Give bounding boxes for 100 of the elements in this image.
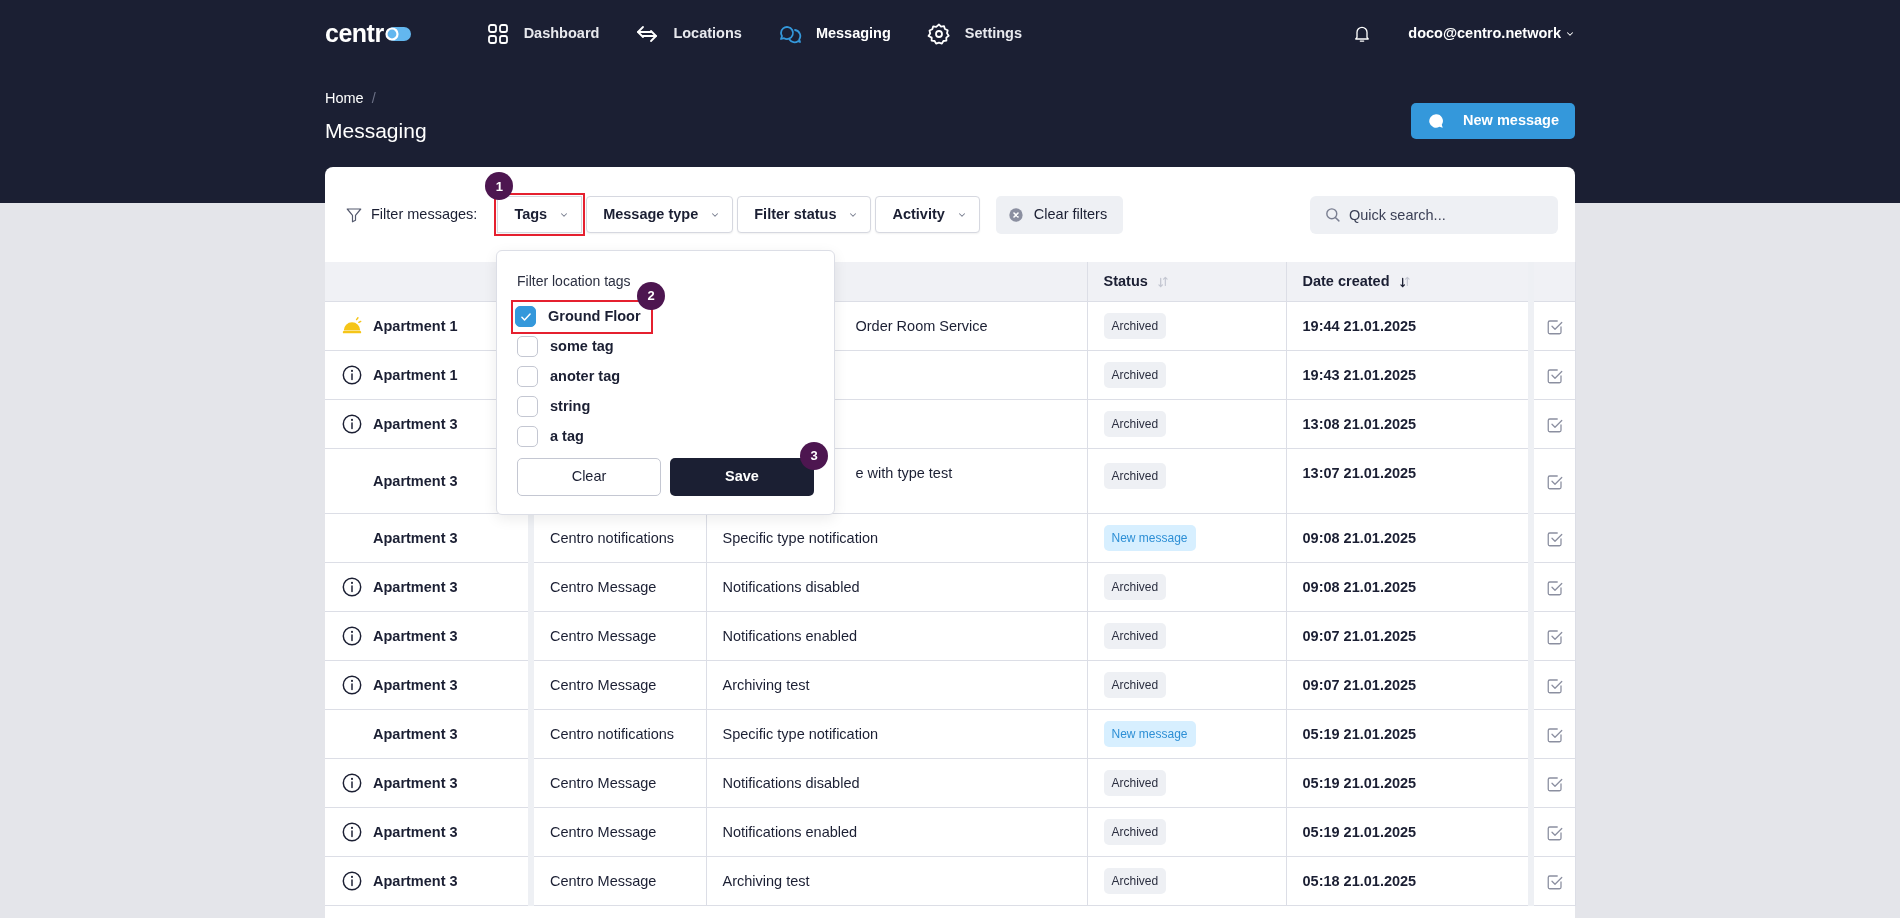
clear-filters-button[interactable]: Clear filters <box>995 195 1124 234</box>
checked-box-icon[interactable] <box>1546 774 1564 793</box>
date-created: 05:19 21.01.2025 <box>1302 774 1417 791</box>
status-badge: New message <box>1103 721 1196 748</box>
date-created: 05:19 21.01.2025 <box>1302 725 1417 742</box>
status-badge: Archived <box>1103 362 1167 389</box>
status-badge: Archived <box>1103 623 1167 650</box>
message-type: Centro notifications <box>550 529 675 546</box>
info-icon <box>341 870 363 893</box>
location-name: Apartment 3 <box>373 822 458 842</box>
date-created: 05:19 21.01.2025 <box>1302 823 1417 840</box>
date-created: 09:07 21.01.2025 <box>1302 627 1417 644</box>
status-badge: Archived <box>1103 819 1167 846</box>
tag-checkbox[interactable]: a tag <box>517 421 584 452</box>
status-badge: Archived <box>1103 672 1167 699</box>
page-title: Messaging <box>325 117 427 143</box>
filter-dropdown[interactable]: Activity <box>875 196 980 234</box>
filter-dropdown[interactable]: Tags <box>497 196 583 234</box>
message-type: Centro Message <box>550 872 657 889</box>
location-name: Apartment 3 <box>373 871 458 891</box>
checked-box-icon[interactable] <box>1546 872 1564 891</box>
message-title: Notifications disabled <box>722 774 860 791</box>
date-created: 13:08 21.01.2025 <box>1302 415 1417 432</box>
filter-dropdown[interactable]: Message type <box>586 196 734 234</box>
checked-box-icon[interactable] <box>1546 317 1564 336</box>
checked-box-icon[interactable] <box>1546 529 1564 548</box>
date-created: 19:44 21.01.2025 <box>1302 317 1417 334</box>
chevron-down-icon <box>1565 29 1575 39</box>
status-badge: Archived <box>1103 770 1167 797</box>
message-type: Centro Message <box>550 627 657 644</box>
status-badge: Archived <box>1103 313 1167 340</box>
message-type: Centro Message <box>550 823 657 840</box>
info-icon <box>341 821 363 844</box>
checked-box-icon[interactable] <box>1546 725 1564 744</box>
location-name: Apartment 1 <box>373 365 458 385</box>
location-name: Apartment 3 <box>373 528 458 548</box>
nav-link[interactable]: Dashboard <box>485 22 600 46</box>
user-menu[interactable]: doco@centro.network <box>1408 23 1575 45</box>
filter-label: Filter messages: <box>371 205 478 225</box>
info-icon <box>341 625 363 648</box>
step-marker: 1 <box>485 172 514 201</box>
clear-icon <box>1007 206 1024 223</box>
date-created: 09:08 21.01.2025 <box>1302 529 1417 546</box>
step-marker: 2 <box>637 281 665 310</box>
dropdown-title: Filter location tags <box>517 271 632 291</box>
logo[interactable]: centr <box>325 15 414 53</box>
nav-link[interactable]: Messaging <box>777 22 891 46</box>
checked-box-icon[interactable] <box>1546 578 1564 597</box>
location-name: Apartment 3 <box>373 773 458 793</box>
checked-box-icon[interactable] <box>1546 472 1564 491</box>
tag-checkbox[interactable]: anoter tag <box>517 361 621 392</box>
chat-bubble-icon <box>1427 111 1446 130</box>
message-title: Order Room Service <box>855 317 988 334</box>
step-marker: 3 <box>800 441 828 470</box>
location-name: Apartment 3 <box>373 577 458 597</box>
message-title: Archiving test <box>722 872 810 889</box>
message-type: Centro notifications <box>550 725 675 742</box>
nav-link[interactable]: Locations <box>635 22 742 46</box>
clear-button[interactable]: Clear <box>517 457 661 496</box>
funnel-icon <box>345 205 363 224</box>
status-badge: Archived <box>1103 411 1167 438</box>
nav-link[interactable]: Settings <box>926 22 1022 46</box>
date-created: 05:18 21.01.2025 <box>1302 872 1417 889</box>
checked-box-icon[interactable] <box>1546 627 1564 646</box>
date-created: 09:07 21.01.2025 <box>1302 676 1417 693</box>
message-type: Centro Message <box>550 676 657 693</box>
breadcrumb-link[interactable]: Home <box>325 88 364 110</box>
checked-box-icon[interactable] <box>1546 823 1564 842</box>
location-name: Apartment 3 <box>373 414 458 434</box>
location-name: Apartment 3 <box>373 724 458 744</box>
grid-icon <box>485 22 510 46</box>
status-badge: New message <box>1103 525 1196 552</box>
status-badge: Archived <box>1103 868 1167 895</box>
checked-box-icon[interactable] <box>1546 415 1564 434</box>
message-title: e with type test <box>855 465 953 482</box>
info-icon <box>341 576 363 599</box>
column-header[interactable]: Status <box>1103 270 1148 293</box>
message-title: Notifications enabled <box>722 823 858 840</box>
date-created: 19:43 21.01.2025 <box>1302 366 1417 383</box>
date-created: 09:08 21.01.2025 <box>1302 578 1417 595</box>
status-badge: Archived <box>1103 463 1167 490</box>
checked-box-icon[interactable] <box>1546 676 1564 695</box>
message-type: Centro Message <box>550 578 657 595</box>
tag-checkbox[interactable]: some tag <box>517 331 614 362</box>
message-title: Notifications disabled <box>722 578 860 595</box>
pill-icon <box>383 26 414 42</box>
checked-box-icon[interactable] <box>1546 366 1564 385</box>
location-name: Apartment 3 <box>373 471 458 491</box>
tag-checkbox[interactable]: string <box>517 391 591 422</box>
message-title: Specific type notification <box>722 725 879 742</box>
status-badge: Archived <box>1103 574 1167 601</box>
location-name: Apartment 3 <box>373 675 458 695</box>
filter-dropdown[interactable]: Filter status <box>737 196 872 234</box>
search-field[interactable]: Quick search... <box>1310 195 1558 234</box>
message-type: Centro Message <box>550 774 657 791</box>
info-icon <box>341 674 363 697</box>
search-icon <box>1324 205 1341 223</box>
message-title: Notifications enabled <box>722 627 858 644</box>
date-created: 13:07 21.01.2025 <box>1302 465 1417 482</box>
message-title: Specific type notification <box>722 529 879 546</box>
